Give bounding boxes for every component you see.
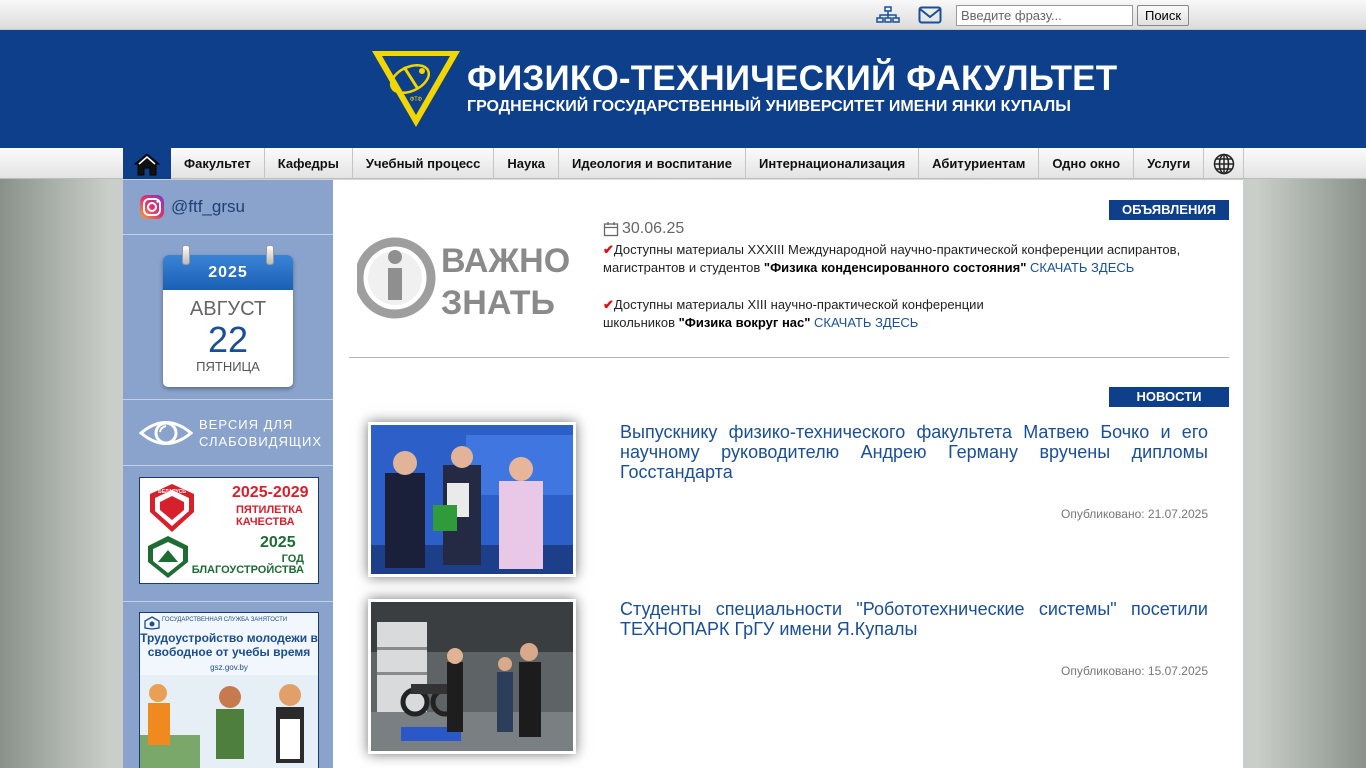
employment-banner[interactable]: ГОСУДАРСТВЕННАЯ СЛУЖБА ЗАНЯТОСТИ Трудоус… — [139, 612, 319, 768]
language-button[interactable] — [1204, 148, 1245, 179]
logo-text: ФТФ — [410, 97, 423, 103]
low-vision-line2: СЛАБОВИДЯЩИХ — [199, 433, 323, 449]
nav-item-education[interactable]: Учебный процесс — [353, 148, 495, 179]
important-text-line2: ЗНАТЬ — [441, 284, 555, 322]
nav-item-ideology[interactable]: Идеология и воспитание — [559, 148, 746, 179]
calendar-day: 22 — [207, 319, 249, 360]
announcement-date-text: 30.06.25 — [622, 220, 685, 237]
calendar-block: 2025 АВГУСТ 22 ПЯТНИЦА — [123, 235, 333, 400]
news-photo[interactable] — [368, 599, 576, 754]
announcements-label: ОБЪЯВЛЕНИЯ — [1109, 200, 1229, 220]
main-nav: Факультет Кафедры Учебный процесс Наука … — [123, 148, 1245, 179]
sitemap-icon[interactable] — [876, 6, 900, 24]
download-link[interactable]: СКАЧАТЬ ЗДЕСЬ — [1030, 260, 1134, 275]
news-title-link[interactable]: Студенты специальности "Робототехнически… — [620, 599, 1208, 639]
section-divider — [349, 357, 1229, 358]
calendar-ring-icon — [266, 245, 274, 265]
calendar-icon — [603, 222, 619, 237]
nav-item-internationalization[interactable]: Интернационализация — [746, 148, 920, 179]
nav-item-one-window[interactable]: Одно окно — [1039, 148, 1135, 179]
news-photo-award-ceremony — [371, 425, 573, 574]
instagram-link[interactable]: @ftf_grsu — [123, 180, 333, 235]
quality-mark-badge: БЕЛАРУСЬ — [158, 489, 186, 495]
instagram-handle: @ftf_grsu — [171, 197, 245, 216]
low-vision-label: ВЕРСИЯ ДЛЯ СЛАБОВИДЯЩИХ — [199, 416, 322, 450]
main-nav-bar: Факультет Кафедры Учебный процесс Наука … — [0, 148, 1366, 179]
calendar-weekday: ПЯТНИЦА — [196, 359, 260, 374]
calendar-month: АВГУСТ — [189, 298, 267, 320]
instagram-icon — [140, 195, 164, 219]
news-date: Опубликовано: 21.07.2025 — [1060, 507, 1208, 521]
nav-item-science[interactable]: Наука — [494, 148, 559, 179]
banner-text1: ПЯТИЛЕТКА КАЧЕСТВА — [236, 504, 303, 528]
announcement-list: ✔Доступны материалы XXXIII Международной… — [603, 241, 1203, 332]
faculty-logo[interactable]: ФТФ — [370, 49, 462, 129]
date-calendar: 2025 АВГУСТ 22 ПЯТНИЦА — [163, 255, 293, 387]
quality-five-year-banner[interactable]: БЕЛАРУСЬ 2025-2029 ПЯТИЛЕТКА КАЧЕСТВА 20… — [139, 477, 319, 584]
calendar-ring-icon — [182, 245, 190, 265]
news-label: НОВОСТИ — [1109, 387, 1229, 407]
search-button[interactable]: Поиск — [1137, 5, 1189, 26]
banner-years: 2025-2029 — [232, 484, 309, 501]
site-title: ФИЗИКО-ТЕХНИЧЕСКИЙ ФАКУЛЬТЕТ — [467, 59, 1118, 98]
site-subtitle: ГРОДНЕНСКИЙ ГОСУДАРСТВЕННЫЙ УНИВЕРСИТЕТ … — [467, 98, 1071, 115]
announcement-item: ✔Доступны материалы XIII научно-практиче… — [603, 296, 1003, 332]
banner-text2: ГОД БЛАГОУСТРОЙСТВА — [188, 554, 304, 576]
employment-photo — [140, 675, 318, 768]
news-title-link[interactable]: Выпускнику физико-технического факультет… — [620, 422, 1208, 482]
download-link[interactable]: СКАЧАТЬ ЗДЕСЬ — [814, 315, 918, 330]
nav-item-services[interactable]: Услуги — [1134, 148, 1205, 179]
news-photo[interactable] — [368, 422, 576, 577]
low-vision-version-link[interactable]: ВЕРСИЯ ДЛЯ СЛАБОВИДЯЩИХ — [123, 400, 333, 466]
search-input[interactable] — [956, 5, 1133, 26]
eye-icon — [139, 420, 193, 445]
site-header: ФТФ ФИЗИКО-ТЕХНИЧЕСКИЙ ФАКУЛЬТЕТ ГРОДНЕН… — [0, 30, 1366, 148]
employment-headline: Трудоустройство молодежи в свободное от … — [140, 631, 318, 659]
announcement-item-title: "Физика вокруг нас" — [678, 315, 811, 330]
globe-icon — [1213, 153, 1235, 174]
news-date: Опубликовано: 15.07.2025 — [1060, 664, 1208, 678]
checkmark-icon: ✔ — [603, 297, 614, 312]
nav-item-applicants[interactable]: Абитуриентам — [919, 148, 1040, 179]
banner-text1-line2: КАЧЕСТВА — [236, 516, 295, 528]
important-text-line1: ВАЖНО — [441, 242, 570, 280]
improvement-mark-icon — [148, 536, 188, 578]
announcement-item-title: "Физика конденсированного состояния" — [763, 260, 1027, 275]
top-utility-bar: Поиск — [0, 0, 1366, 30]
banner-text2-line2: БЛАГОУСТРОЙСТВА — [191, 564, 304, 576]
banner-text1-line1: ПЯТИЛЕТКА — [236, 504, 303, 516]
nav-item-departments[interactable]: Кафедры — [265, 148, 353, 179]
low-vision-line1: ВЕРСИЯ ДЛЯ — [199, 416, 294, 432]
left-sidebar: @ftf_grsu 2025 АВГУСТ 22 ПЯТНИЦА ВЕРСИЯ … — [123, 180, 333, 768]
employment-service-logo-icon — [144, 616, 160, 630]
mail-icon[interactable] — [918, 6, 942, 24]
employment-service-name: ГОСУДАРСТВЕННАЯ СЛУЖБА ЗАНЯТОСТИ — [162, 617, 288, 623]
employment-url: gsz.gov.by — [210, 663, 248, 672]
banner-year2: 2025 — [260, 534, 296, 551]
news-photo-technopark — [371, 602, 573, 751]
home-icon — [134, 152, 160, 175]
quality-banner-block: БЕЛАРУСЬ 2025-2029 ПЯТИЛЕТКА КАЧЕСТВА 20… — [123, 466, 333, 602]
nav-item-faculty[interactable]: Факультет — [171, 148, 265, 179]
home-button[interactable] — [123, 148, 171, 179]
quality-mark-icon: БЕЛАРУСЬ — [150, 484, 194, 532]
announcement-item: ✔Доступны материалы XXXIII Международной… — [603, 241, 1203, 277]
main-content: ОБЪЯВЛЕНИЯ ВАЖНО ЗНАТЬ 30.06.25 ✔Доступн… — [333, 180, 1243, 768]
important-notice-image: ВАЖНО ЗНАТЬ — [357, 237, 570, 322]
announcement-date: 30.06.25 — [603, 220, 684, 238]
checkmark-icon: ✔ — [603, 242, 614, 257]
